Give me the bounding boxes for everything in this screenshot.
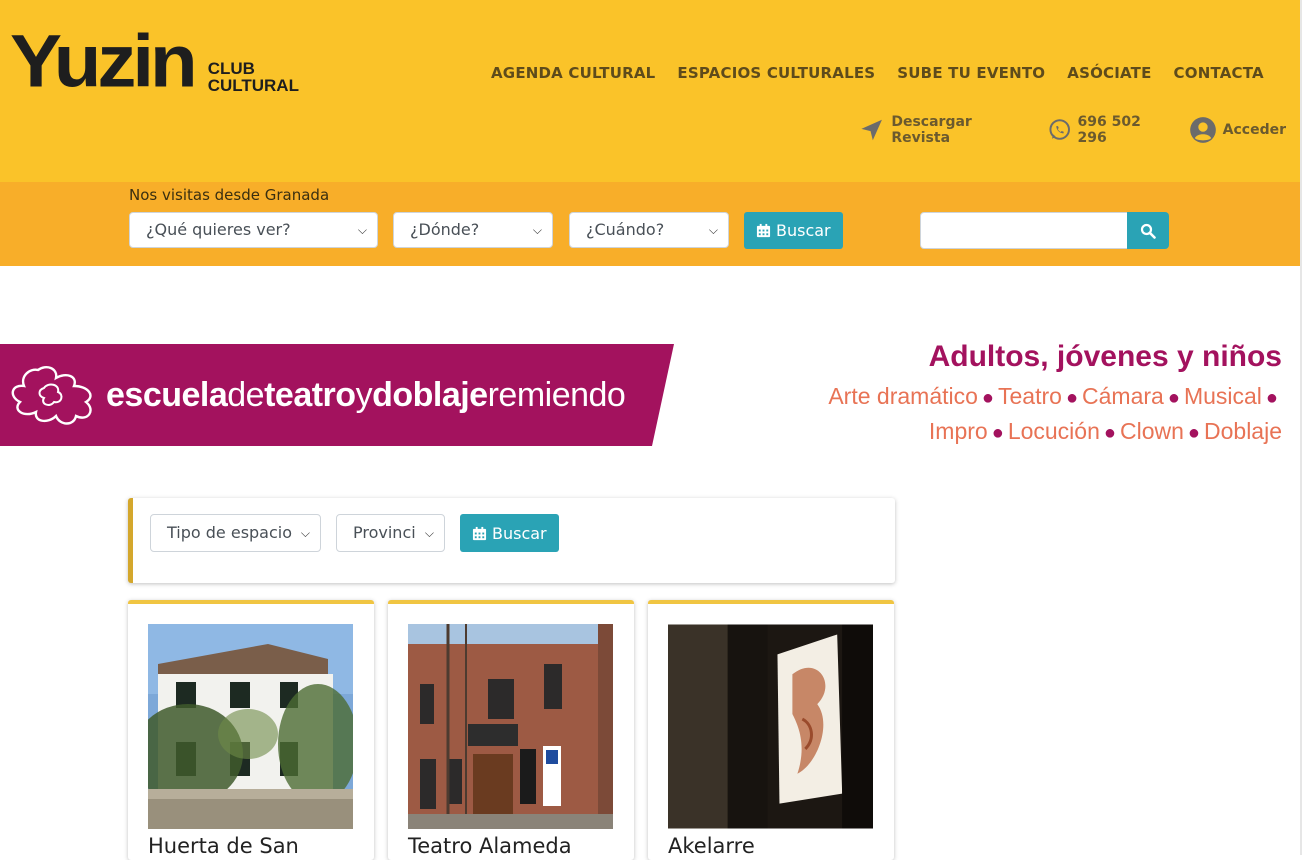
- space-card[interactable]: Huerta de San: [128, 600, 374, 860]
- search-icon: [1140, 223, 1156, 239]
- space-type-select[interactable]: Tipo de espacio ⌵: [150, 514, 321, 552]
- filter-search-label: Buscar: [492, 523, 547, 543]
- course-label: Clown: [1119, 418, 1184, 444]
- course-label: Arte dramático: [828, 383, 978, 409]
- when-select-value: ¿Cuándo?: [586, 220, 665, 239]
- main-nav: AGENDA CULTURAL ESPACIOS CULTURALES SUBE…: [491, 64, 1286, 82]
- text-search-button[interactable]: [1127, 212, 1169, 249]
- space-photo: [668, 624, 873, 829]
- space-photo: [408, 624, 613, 829]
- course-label: Locución: [1007, 418, 1100, 444]
- logo-wordmark: Yuzin: [10, 19, 198, 103]
- school-name: escueladeteatroydoblajeremiendo: [106, 376, 626, 415]
- what-select-value: ¿Qué quieres ver?: [146, 220, 291, 239]
- province-value: Provinci: [353, 523, 416, 542]
- course-label: Impro: [928, 418, 988, 444]
- bullet-icon: ●: [1167, 387, 1180, 409]
- phone-number: 696 502 296: [1077, 114, 1141, 146]
- space-card[interactable]: Teatro Alameda: [388, 600, 634, 860]
- nav-asociate[interactable]: ASÓCIATE: [1067, 64, 1151, 82]
- search-submit-button[interactable]: Buscar: [744, 212, 843, 249]
- calendar-icon: [472, 526, 487, 540]
- site-logo[interactable]: Yuzin CLUB CULTURAL: [10, 22, 299, 100]
- space-card-title[interactable]: Huerta de San: [148, 834, 299, 858]
- banner-courses-line2: Impro ● Locución ● Clown ● Doblaje: [929, 418, 1282, 445]
- download-magazine-link[interactable]: Descargar Revista: [858, 114, 1032, 146]
- where-select[interactable]: ¿Dónde? ⌵: [393, 212, 553, 248]
- location-label: Nos visitas desde Granada: [129, 186, 330, 204]
- province-select[interactable]: Provinci ⌵: [336, 514, 445, 552]
- space-card[interactable]: Akelarre: [648, 600, 894, 860]
- nav-espacios-culturales[interactable]: ESPACIOS CULTURALES: [677, 64, 875, 82]
- chevron-down-icon: ⌵: [532, 223, 542, 237]
- bullet-icon: ●: [991, 422, 1004, 444]
- search-submit-label: Buscar: [776, 221, 831, 240]
- user-circle-icon: [1189, 117, 1216, 143]
- course-label: Doblaje: [1204, 418, 1282, 444]
- login-label: Acceder: [1222, 122, 1286, 138]
- whatsapp-phone-link[interactable]: 696 502 296: [1048, 114, 1173, 146]
- download-magazine-label: Descargar Revista: [891, 114, 972, 146]
- nav-sube-tu-evento[interactable]: SUBE TU EVENTO: [897, 64, 1045, 82]
- bullet-icon: ●: [981, 387, 994, 409]
- chevron-down-icon: ⌵: [300, 526, 310, 540]
- space-card-title[interactable]: Teatro Alameda: [408, 834, 572, 858]
- when-select[interactable]: ¿Cuándo? ⌵: [569, 212, 729, 248]
- bullet-icon: ●: [1265, 387, 1278, 409]
- bullet-icon: ●: [1065, 387, 1079, 409]
- space-type-value: Tipo de espacio: [167, 523, 293, 542]
- what-select[interactable]: ¿Qué quieres ver? ⌵: [129, 212, 378, 248]
- space-photo: [148, 624, 353, 829]
- text-search-input[interactable]: [920, 212, 1128, 249]
- nav-contacta[interactable]: CONTACTA: [1174, 64, 1264, 82]
- site-header: Yuzin CLUB CULTURAL AGENDA CULTURAL ESPA…: [0, 0, 1302, 182]
- course-label: Teatro: [998, 383, 1062, 409]
- nav-agenda-cultural[interactable]: AGENDA CULTURAL: [491, 64, 655, 82]
- course-label: Musical: [1183, 383, 1262, 409]
- bullet-icon: ●: [1187, 422, 1200, 444]
- banner-courses-line1: Arte dramático ● Teatro ● Cámara ● Musical ●: [828, 383, 1282, 410]
- school-name-part: escuela: [106, 376, 228, 414]
- school-name-part: y: [355, 376, 373, 414]
- school-name-part: teatro: [264, 376, 356, 414]
- where-select-value: ¿Dónde?: [410, 220, 480, 239]
- filter-search-button[interactable]: Buscar: [460, 514, 559, 552]
- logo-tagline-line1: CLUB: [207, 59, 255, 78]
- chevron-down-icon: ⌵: [708, 223, 718, 237]
- login-link[interactable]: Acceder: [1189, 116, 1286, 144]
- flower-logo-icon: [11, 366, 92, 425]
- space-card-title[interactable]: Akelarre: [668, 834, 755, 858]
- school-name-part: de: [227, 376, 265, 414]
- banner-headline: Adultos, jóvenes y niños: [928, 340, 1282, 373]
- calendar-icon: [756, 223, 771, 238]
- logo-tagline: CLUB CULTURAL: [208, 60, 299, 94]
- utility-links: Descargar Revista 696 502 296 Acceder: [858, 114, 1302, 146]
- school-name-part: doblaje: [372, 376, 488, 414]
- location-arrow-icon: [861, 119, 882, 141]
- logo-tagline-line2: CULTURAL: [207, 76, 299, 95]
- chevron-down-icon: ⌵: [424, 526, 434, 540]
- whatsapp-icon: [1049, 119, 1071, 140]
- bullet-icon: ●: [1103, 422, 1116, 444]
- school-name-part: remiendo: [487, 376, 626, 414]
- chevron-down-icon: ⌵: [357, 223, 367, 237]
- course-label: Cámara: [1082, 383, 1164, 409]
